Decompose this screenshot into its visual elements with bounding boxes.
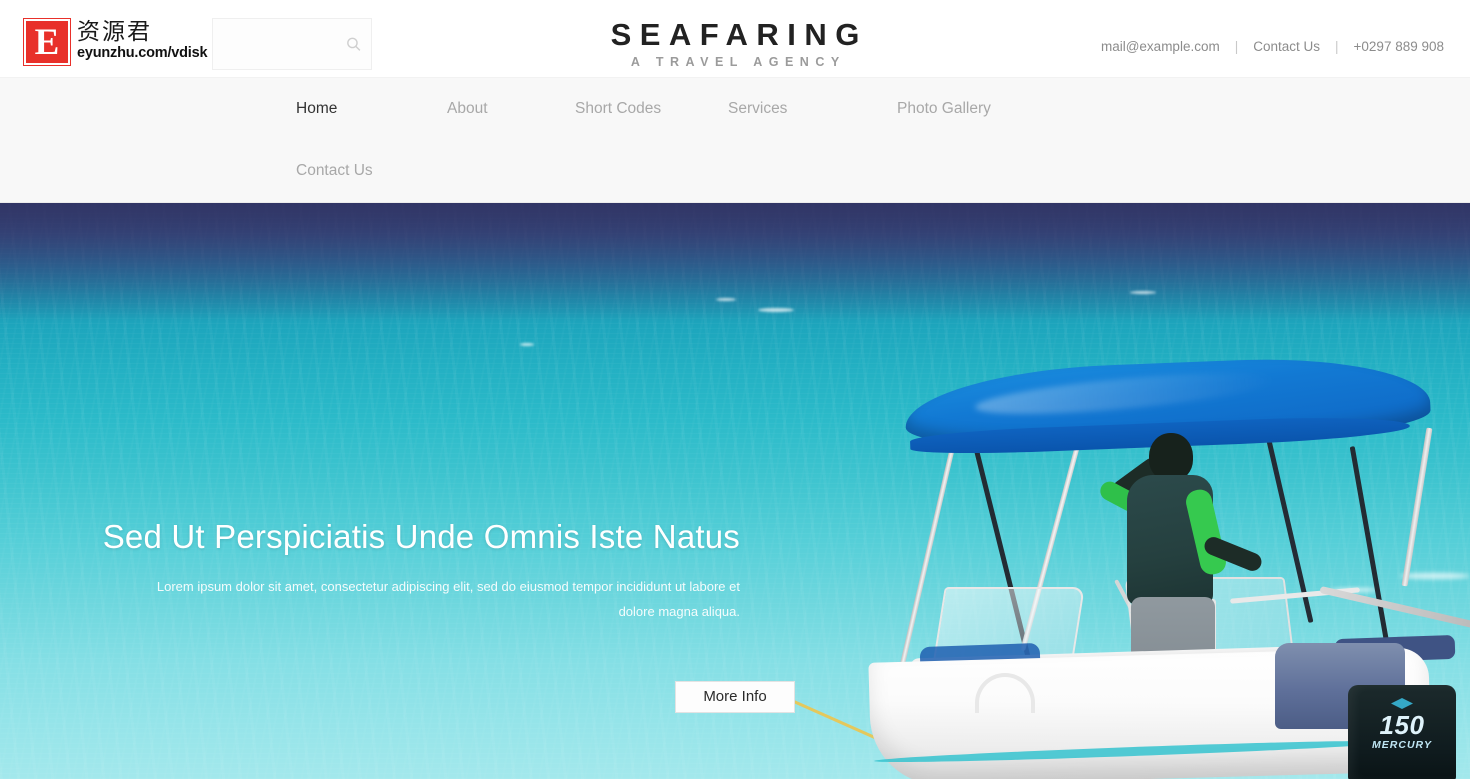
motorboat: 150 MERCURY bbox=[767, 352, 1470, 779]
foam-crest bbox=[1130, 291, 1156, 294]
deep-water-band bbox=[0, 203, 1470, 321]
nav-item-about[interactable]: About bbox=[447, 78, 575, 140]
nav-item-home[interactable]: Home bbox=[296, 78, 447, 140]
contact-separator-2: | bbox=[1335, 39, 1339, 54]
contact-email-link[interactable]: mail@example.com bbox=[1101, 39, 1220, 54]
nav-item-services[interactable]: Services bbox=[728, 78, 897, 140]
contact-us-link[interactable]: Contact Us bbox=[1253, 39, 1320, 54]
watermark-badge-icon: E bbox=[24, 19, 70, 65]
site-header: E 资源君 eyunzhu.com/vdisk SEAFARING A TRAV… bbox=[0, 0, 1470, 78]
foam-crest bbox=[758, 308, 794, 312]
boat-oar bbox=[1319, 585, 1470, 632]
hero-title: Sed Ut Perspiciatis Unde Omnis Iste Natu… bbox=[102, 518, 740, 555]
contact-bar: mail@example.com | Contact Us | +0297 88… bbox=[1101, 39, 1444, 54]
driver-head bbox=[1149, 433, 1193, 481]
search-box[interactable] bbox=[212, 18, 372, 70]
contact-phone-link[interactable]: +0297 889 908 bbox=[1354, 39, 1444, 54]
motor-brand-name: MERCURY bbox=[1372, 739, 1432, 751]
nav-link-services[interactable]: Services bbox=[728, 100, 787, 118]
foam-crest bbox=[520, 343, 534, 346]
nav-item-short-codes[interactable]: Short Codes bbox=[575, 78, 728, 140]
hero-subtitle: Lorem ipsum dolor sit amet, consectetur … bbox=[156, 579, 740, 619]
motor-model-number: 150 bbox=[1379, 710, 1425, 740]
nav-item-photo-gallery[interactable]: Photo Gallery bbox=[897, 78, 1090, 140]
nav-link-home[interactable]: Home bbox=[296, 100, 337, 118]
watermark-text: 资源君 eyunzhu.com/vdisk bbox=[77, 19, 208, 62]
canopy-frame-pole bbox=[1401, 427, 1433, 587]
hero-cta-row: More Info bbox=[0, 681, 1470, 713]
nav-item-contact-us[interactable]: Contact Us bbox=[296, 140, 447, 202]
nav-link-contact-us[interactable]: Contact Us bbox=[296, 162, 373, 180]
main-navigation: Home About Short Codes Services Photo Ga… bbox=[0, 78, 1470, 203]
more-info-button[interactable]: More Info bbox=[675, 681, 795, 713]
hero-banner: 150 MERCURY Sed Ut Perspiciatis Unde Omn… bbox=[0, 203, 1470, 779]
nav-link-about[interactable]: About bbox=[447, 100, 488, 118]
nav-link-short-codes[interactable]: Short Codes bbox=[575, 100, 661, 118]
canopy-highlight bbox=[973, 365, 1276, 423]
canopy-frame-pole bbox=[1349, 446, 1390, 644]
hero-copy: Sed Ut Perspiciatis Unde Omnis Iste Natu… bbox=[0, 519, 740, 624]
foam-crest bbox=[716, 298, 736, 301]
watermark-logo: E 资源君 eyunzhu.com/vdisk bbox=[24, 19, 208, 65]
watermark-url: eyunzhu.com/vdisk bbox=[77, 45, 208, 61]
watermark-chinese-name: 资源君 bbox=[77, 19, 152, 45]
contact-separator-1: | bbox=[1234, 39, 1239, 54]
nav-list: Home About Short Codes Services Photo Ga… bbox=[296, 78, 1090, 202]
search-input[interactable] bbox=[213, 19, 371, 69]
nav-link-photo-gallery[interactable]: Photo Gallery bbox=[897, 100, 991, 118]
